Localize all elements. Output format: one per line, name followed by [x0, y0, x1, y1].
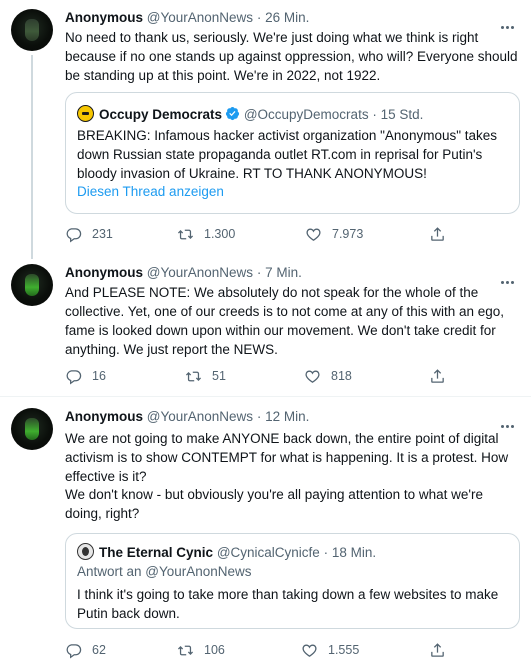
tweet-timestamp[interactable]: 7 Min.	[265, 265, 302, 280]
tweet-timestamp[interactable]: 26 Min.	[265, 10, 309, 25]
tweet-text: We are not going to make ANYONE back dow…	[65, 431, 509, 484]
header-separator: ·	[256, 10, 262, 25]
quoted-author-name: Occupy Democrats	[99, 107, 223, 122]
tweet-header: Anonymous @YourAnonNews · 12 Min.	[65, 409, 491, 424]
more-dots-icon[interactable]	[501, 271, 517, 284]
retweet-icon	[177, 645, 194, 655]
quoted-author-handle: @OccupyDemocrats	[243, 107, 369, 122]
like-button[interactable]: 7.973	[305, 224, 363, 244]
anonymous-avatar[interactable]	[11, 408, 53, 450]
retweet-button[interactable]: 106	[177, 640, 225, 660]
author-handle[interactable]: @YourAnonNews	[147, 265, 253, 280]
tweet-text-paragraph-2: We don't know - but obviously you're all…	[65, 487, 483, 521]
share-icon	[431, 226, 444, 241]
quoted-tweet-text: BREAKING: Infamous hacker activist organ…	[77, 128, 498, 181]
retweet-icon	[185, 371, 202, 381]
reply-icon	[66, 227, 82, 242]
retweet-count: 106	[204, 643, 225, 657]
tweet-actions: 231 1.300 7.973	[65, 224, 445, 244]
heart-icon	[302, 644, 317, 657]
heart-icon	[305, 370, 320, 383]
tweet-timestamp[interactable]: 12 Min.	[265, 409, 309, 424]
quoted-tweet-text: I think it's going to take more than tak…	[77, 587, 499, 621]
reply-count: 231	[92, 227, 113, 241]
share-button[interactable]	[429, 366, 456, 386]
reply-button[interactable]: 16	[65, 366, 106, 386]
like-count: 1.555	[328, 643, 360, 657]
share-button[interactable]	[429, 224, 456, 244]
header-separator: ·	[256, 409, 262, 424]
tweet-actions: 62 106 1.555	[65, 640, 445, 660]
thread-connector-line	[31, 55, 33, 259]
like-button[interactable]: 818	[304, 366, 352, 386]
tweet-header: Anonymous @YourAnonNews · 7 Min.	[65, 265, 491, 280]
header-separator: ·	[256, 265, 262, 280]
share-icon	[431, 642, 444, 657]
tweet-3[interactable]: Anonymous @YourAnonNews · 12 Min. We are…	[0, 400, 531, 668]
header-separator: ·	[323, 545, 329, 560]
reply-icon	[66, 369, 82, 384]
quoted-author-handle: @CynicalCynicfe	[216, 545, 320, 560]
quoted-author-name: The Eternal Cynic	[99, 545, 214, 560]
tweet-1[interactable]: Anonymous @YourAnonNews · 26 Min. No nee…	[0, 0, 531, 259]
like-button[interactable]: 1.555	[301, 640, 359, 660]
quoted-tweet-header: Occupy Democrats @OccupyDemocrats · 15 S…	[77, 105, 423, 122]
tweet-header: Anonymous @YourAnonNews · 26 Min.	[65, 10, 491, 25]
retweet-count: 1.300	[204, 227, 236, 241]
retweet-count: 51	[212, 369, 226, 383]
eternal-cynic-avatar	[77, 543, 94, 560]
quoted-tweet-timestamp: 15 Std.	[380, 107, 424, 122]
like-count: 7.973	[332, 227, 364, 241]
quoted-tweet[interactable]: The Eternal Cynic @CynicalCynicfe · 18 M…	[65, 533, 520, 629]
header-separator: ·	[372, 107, 377, 122]
tweet-divider	[0, 396, 531, 397]
anonymous-avatar[interactable]	[11, 264, 53, 306]
author-name[interactable]: Anonymous	[65, 265, 143, 280]
author-name[interactable]: Anonymous	[65, 409, 143, 424]
retweet-icon	[177, 229, 194, 239]
tweet-text: And PLEASE NOTE: We absolutely do not sp…	[65, 285, 505, 357]
quoted-tweet-timestamp: 18 Min.	[331, 545, 377, 560]
like-count: 818	[331, 369, 352, 383]
more-dots-icon[interactable]	[501, 16, 517, 29]
tweet-text: No need to thank us, seriously. We're ju…	[65, 30, 518, 83]
reply-icon	[66, 643, 82, 658]
quoted-tweet[interactable]: Occupy Democrats @OccupyDemocrats · 15 S…	[65, 92, 520, 214]
reply-count: 16	[92, 369, 106, 383]
reply-button[interactable]: 231	[65, 224, 113, 244]
reply-count: 62	[92, 643, 106, 657]
occupy-democrats-avatar	[77, 105, 94, 122]
author-handle[interactable]: @YourAnonNews	[147, 10, 253, 25]
retweet-button[interactable]: 51	[185, 366, 226, 386]
tweet-actions: 16 51 818	[65, 366, 445, 386]
anonymous-avatar[interactable]	[11, 9, 53, 51]
quoted-tweet-header: The Eternal Cynic @CynicalCynicfe · 18 M…	[77, 543, 376, 560]
verified-badge-icon	[225, 106, 240, 121]
show-thread-link[interactable]: Diesen Thread anzeigen	[77, 184, 224, 199]
tweet-2[interactable]: Anonymous @YourAnonNews · 7 Min. And PLE…	[0, 259, 531, 392]
author-name[interactable]: Anonymous	[65, 10, 143, 25]
reply-to-label: Antwort an @YourAnonNews	[77, 564, 252, 579]
reply-button[interactable]: 62	[65, 640, 106, 660]
author-handle[interactable]: @YourAnonNews	[147, 409, 253, 424]
retweet-button[interactable]: 1.300	[177, 224, 235, 244]
share-icon	[431, 368, 444, 383]
more-dots-icon[interactable]	[501, 415, 517, 428]
heart-icon	[306, 228, 321, 241]
share-button[interactable]	[429, 640, 456, 660]
